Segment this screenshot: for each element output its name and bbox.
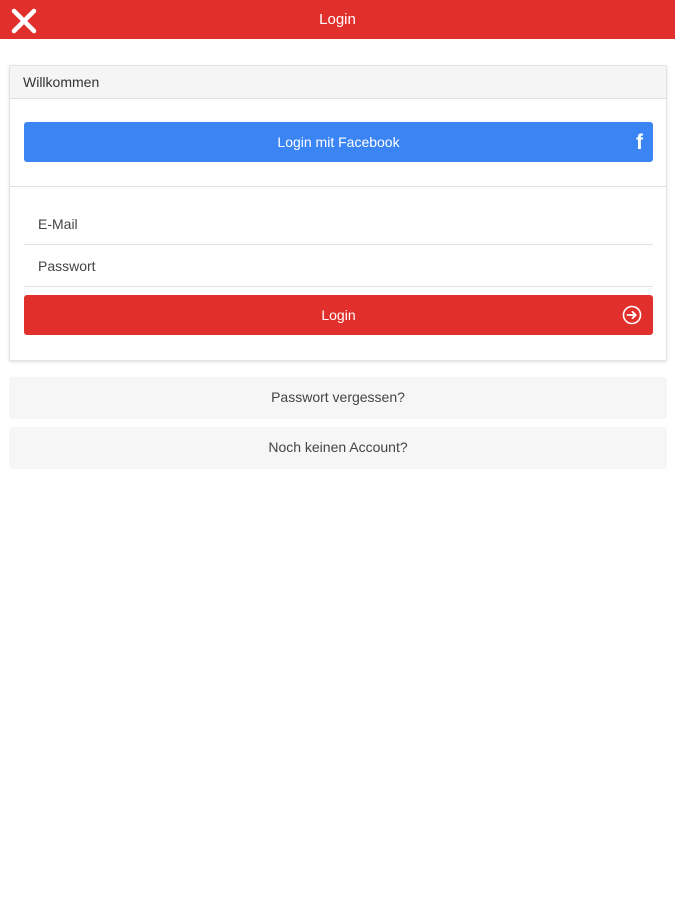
divider <box>10 186 666 187</box>
password-field[interactable]: Passwort <box>24 245 653 287</box>
card-header: Willkommen <box>10 66 666 99</box>
forgot-password-button[interactable]: Passwort vergessen? <box>9 377 667 419</box>
top-bar: Login <box>0 0 675 39</box>
login-card: Willkommen Login mit Facebook f E-Mail P… <box>9 65 667 361</box>
register-button[interactable]: Noch keinen Account? <box>9 427 667 469</box>
sign-in-icon <box>622 305 642 325</box>
login-button-label: Login <box>321 307 356 323</box>
login-button[interactable]: Login <box>24 295 653 335</box>
facebook-login-button[interactable]: Login mit Facebook f <box>24 122 653 162</box>
email-field[interactable]: E-Mail <box>24 203 653 245</box>
facebook-icon: f <box>636 131 643 154</box>
facebook-login-label: Login mit Facebook <box>277 134 400 150</box>
page-title: Login <box>319 11 356 28</box>
